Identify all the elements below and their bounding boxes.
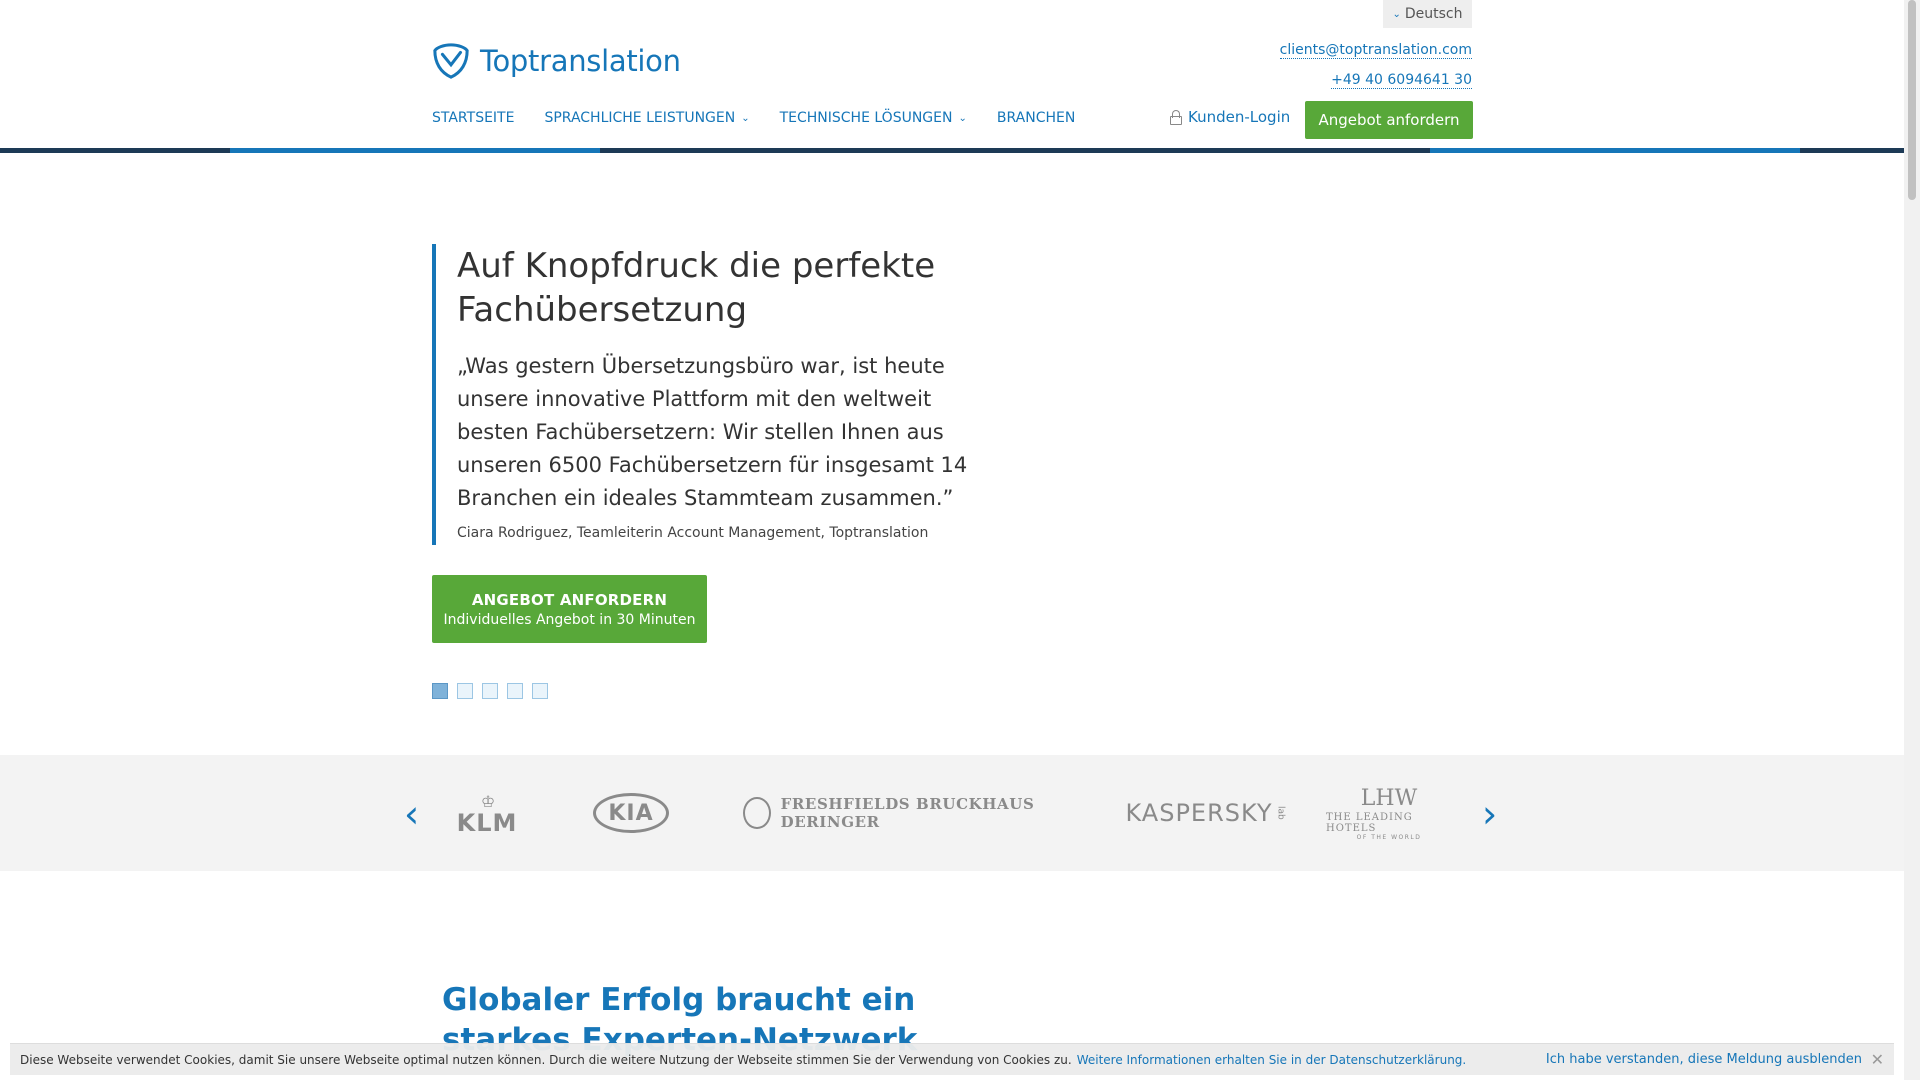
freshfields-logo: FRESHFIELDS BRUCKHAUS DERINGER	[743, 785, 1083, 841]
logo[interactable]: Toptranslation	[432, 42, 681, 80]
scrollbar[interactable]	[1904, 0, 1920, 1080]
hero-author: Ciara Rodriguez, Teamleiterin Account Ma…	[457, 525, 929, 541]
chevron-down-icon: ⌄	[958, 112, 967, 124]
hero-quote-block: Auf Knopfdruck die perfekte Fachübersetz…	[432, 244, 992, 545]
page: ⌄ Deutsch Toptranslation clients@toptran…	[0, 0, 1904, 1080]
language-selector[interactable]: ⌄ Deutsch	[1383, 0, 1472, 28]
slider-dot-4[interactable]	[507, 683, 523, 699]
hero-cta-subtitle: Individuelles Angebot in 30 Minuten	[443, 611, 696, 628]
carousel-next-arrow-icon[interactable]: ›	[1482, 795, 1497, 833]
customer-login-link[interactable]: Kunden-Login	[1170, 108, 1290, 126]
main-nav: STARTSEITE SPRACHLICHE LEISTUNGEN ⌄ TECH…	[432, 110, 1075, 126]
close-icon[interactable]: ✕	[1871, 1050, 1884, 1069]
slider-dot-2[interactable]	[457, 683, 473, 699]
cookie-text: Diese Webseite verwendet Cookies, damit …	[20, 1052, 1072, 1067]
nav-item-sprachliche-leistungen[interactable]: SPRACHLICHE LEISTUNGEN ⌄	[544, 110, 749, 126]
language-label: Deutsch	[1404, 6, 1463, 22]
shield-logo-icon	[433, 43, 469, 79]
contact-email-link[interactable]: clients@toptranslation.com	[1279, 42, 1472, 59]
nav-item-label: SPRACHLICHE LEISTUNGEN	[544, 110, 736, 126]
kia-logo: KIA	[592, 785, 670, 841]
kaspersky-logo: KASPERSKY lab	[1125, 799, 1286, 827]
nav-item-label: TECHNISCHE LÖSUNGEN	[779, 110, 953, 126]
scrollbar-thumb[interactable]	[1908, 0, 1916, 200]
client-logos-carousel: ‹ ♔ KLM KIA FRESHFIELDS BRUCKHAUS DERING…	[0, 755, 1904, 871]
chevron-down-icon: ⌄	[1392, 8, 1401, 20]
slider-dot-1[interactable]	[432, 683, 448, 699]
hero-quote: „Was gestern Übersetzungsbüro war, ist h…	[457, 354, 968, 510]
leading-hotels-logo: LHW THE LEADING HOTELS OF THE WORLD	[1326, 785, 1422, 841]
nav-item-label: STARTSEITE	[432, 110, 515, 126]
nav-item-technische-loesungen[interactable]: TECHNISCHE LÖSUNGEN ⌄	[780, 110, 967, 126]
cookie-banner: Diese Webseite verwendet Cookies, damit …	[10, 1043, 1894, 1075]
header-stripe	[0, 148, 1904, 153]
hero-cta-title: ANGEBOT ANFORDERN	[471, 590, 668, 609]
nav-item-startseite[interactable]: STARTSEITE	[432, 110, 514, 126]
lock-icon	[1170, 109, 1182, 125]
chevron-down-icon: ⌄	[741, 112, 750, 124]
slider-dot-5[interactable]	[532, 683, 548, 699]
privacy-policy-link[interactable]: Weitere Informationen erhalten Sie in de…	[1077, 1053, 1467, 1067]
login-label: Kunden-Login	[1188, 108, 1291, 126]
logo-text: Toptranslation	[480, 44, 681, 78]
klm-logo: ♔ KLM	[456, 791, 518, 837]
cookie-dismiss-link[interactable]: Ich habe verstanden, diese Meldung ausbl…	[1546, 1052, 1862, 1067]
crown-icon: ♔	[480, 791, 495, 811]
hero-title: Auf Knopfdruck die perfekte Fachübersetz…	[457, 246, 936, 330]
hero-request-quote-button[interactable]: ANGEBOT ANFORDERN Individuelles Angebot …	[432, 575, 707, 643]
slider-dot-3[interactable]	[482, 683, 498, 699]
seal-icon	[743, 797, 771, 829]
slider-pagination	[432, 683, 548, 699]
contact-phone-link[interactable]: +49 40 6094641 30	[1331, 72, 1472, 89]
request-quote-button[interactable]: Angebot anfordern	[1305, 101, 1473, 139]
nav-item-branchen[interactable]: BRANCHEN	[997, 110, 1075, 126]
carousel-prev-arrow-icon[interactable]: ‹	[404, 795, 419, 833]
nav-item-label: BRANCHEN	[996, 110, 1076, 126]
